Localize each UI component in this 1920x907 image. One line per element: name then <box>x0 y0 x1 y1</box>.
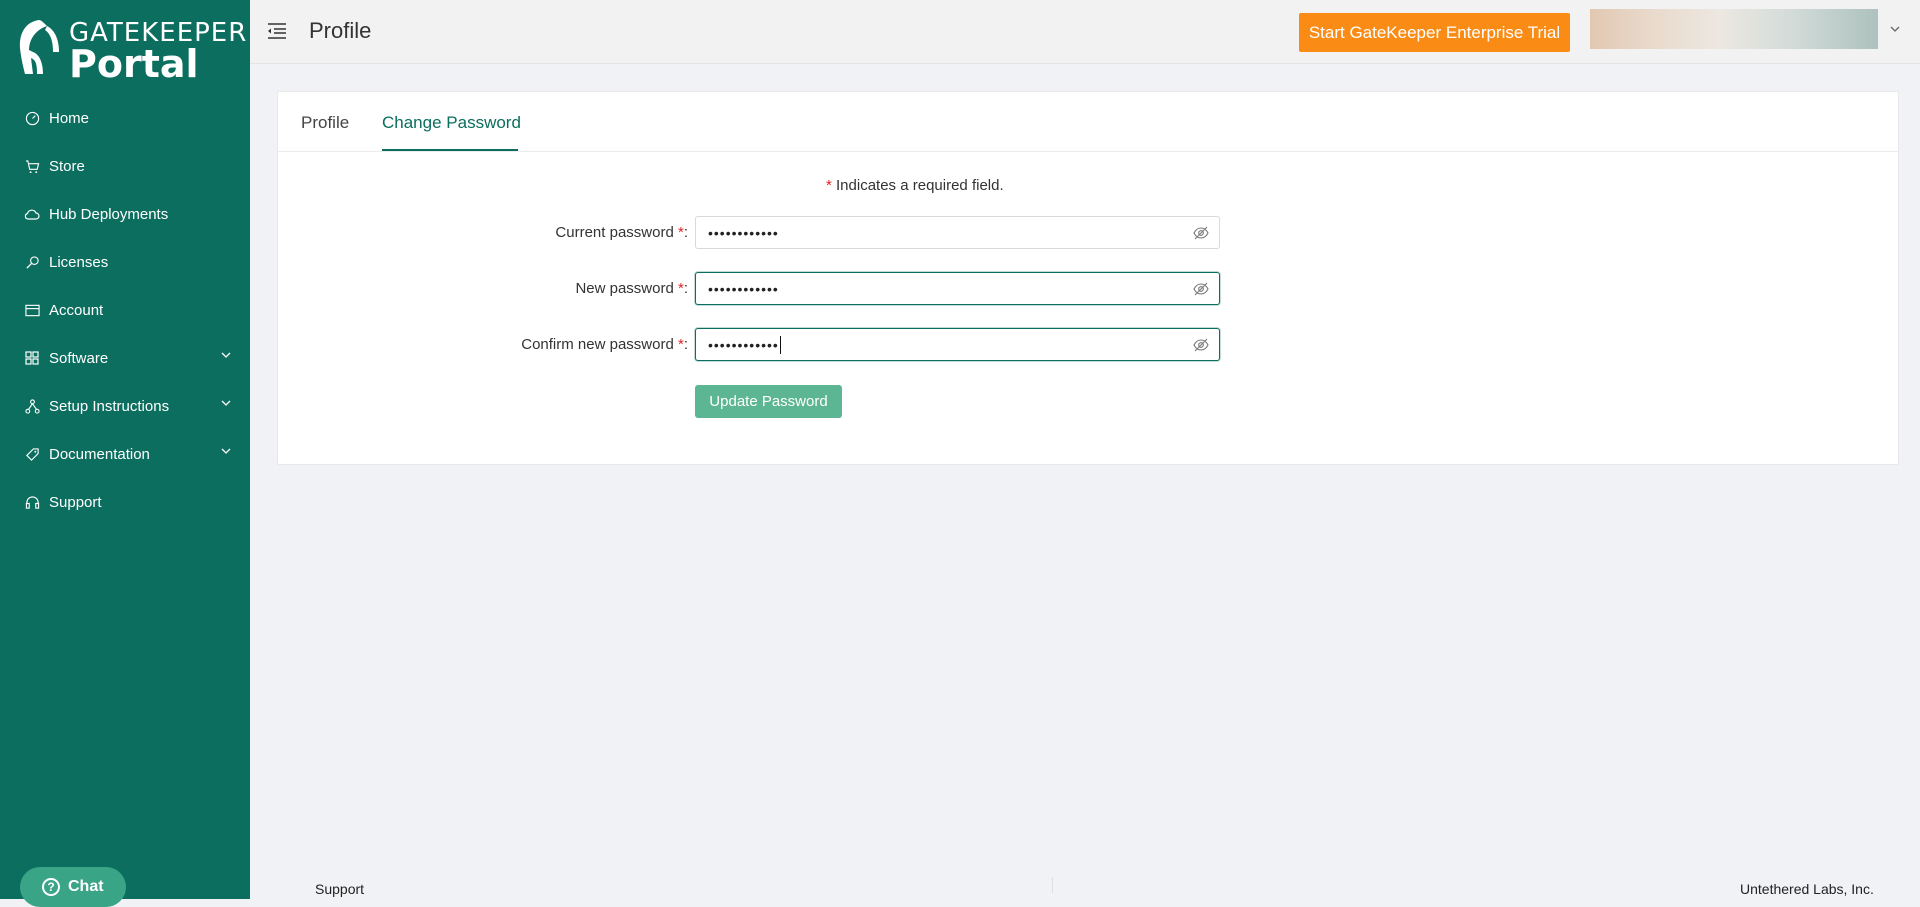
required-note-pre: Indicates a <box>831 177 913 194</box>
sidebar-item-licenses[interactable]: Licenses <box>0 238 250 286</box>
input-value: •••••••••••• <box>708 224 779 241</box>
key-icon <box>24 254 40 270</box>
footer-divider <box>1052 877 1053 893</box>
field-label-text: Current password <box>555 224 674 241</box>
user-avatar-redacted[interactable] <box>1590 9 1878 49</box>
chevron-down-icon <box>221 400 231 406</box>
sidebar-item-label: Setup Instructions <box>49 397 170 415</box>
chat-label: Chat <box>68 878 104 895</box>
sidebar-item-label: Store <box>49 157 85 175</box>
eye-invisible-icon[interactable] <box>1193 282 1209 296</box>
required-star: * <box>677 224 684 241</box>
grid-icon <box>24 350 40 366</box>
field-label-text: Confirm new password <box>521 336 674 353</box>
required-star: * <box>677 280 684 297</box>
sidebar-item-label: Hub Deployments <box>49 205 169 223</box>
tab-profile[interactable]: Profile <box>301 113 349 133</box>
footer-company: Untethered Labs, Inc. <box>1740 881 1874 897</box>
sidebar-item-label: Home <box>49 109 90 127</box>
network-icon <box>24 398 40 414</box>
tab-bar: Profile Change Password <box>278 92 1898 152</box>
sidebar-item-label: Support <box>49 493 102 511</box>
active-tab-indicator <box>382 149 518 151</box>
eye-invisible-icon[interactable] <box>1193 338 1209 352</box>
sidebar-item-setup-instructions[interactable]: Setup Instructions <box>0 382 250 430</box>
chevron-down-icon[interactable] <box>1889 25 1901 33</box>
sidebar-item-label: Software <box>49 349 109 367</box>
page-title: Profile <box>309 18 372 43</box>
chevron-down-icon <box>221 448 231 454</box>
confirm-password-label: Confirm new password *: <box>521 336 688 353</box>
sidebar-item-home[interactable]: Home <box>0 94 250 142</box>
new-password-label: New password *: <box>575 280 688 297</box>
sidebar-item-documentation[interactable]: Documentation <box>0 430 250 478</box>
sidebar-item-store[interactable]: Store <box>0 142 250 190</box>
tag-icon <box>24 446 40 462</box>
sidebar-item-label: Documentation <box>49 445 150 463</box>
start-trial-button[interactable]: Start GateKeeper Enterprise Trial <box>1299 13 1570 52</box>
cart-icon <box>24 158 40 174</box>
chat-button[interactable]: ? Chat <box>20 867 126 907</box>
card-icon <box>24 302 40 318</box>
input-value: •••••••••••• <box>708 280 779 297</box>
required-field-note: * Indicates a required field. <box>826 177 1004 194</box>
required-note-post: field. <box>967 177 1004 194</box>
menu-fold-icon[interactable] <box>266 22 288 40</box>
sidebar-item-software[interactable]: Software <box>0 334 250 382</box>
update-password-button[interactable]: Update Password <box>695 385 842 418</box>
sidebar-item-label: Account <box>49 301 104 319</box>
chevron-down-icon <box>221 352 231 358</box>
sidebar-item-label: Licenses <box>49 253 109 271</box>
sidebar-item-account[interactable]: Account <box>0 286 250 334</box>
new-password-input[interactable]: •••••••••••• <box>695 272 1220 305</box>
footer-support-link[interactable]: Support <box>315 881 364 897</box>
brand-line2: Portal <box>69 42 199 86</box>
input-value: •••••••••••• <box>708 336 779 353</box>
tab-change-password[interactable]: Change Password <box>382 113 521 133</box>
current-password-input[interactable]: •••••••••••• <box>695 216 1220 249</box>
help-icon: ? <box>42 878 60 896</box>
spartan-helmet-icon <box>19 20 59 74</box>
sidebar: GATEKEEPER Portal Home Store Hub Deploym… <box>0 0 250 907</box>
brand-logo[interactable]: GATEKEEPER Portal <box>17 16 246 86</box>
required-note-bold: required <box>912 177 968 194</box>
cloud-icon <box>24 206 40 222</box>
required-star: * <box>677 336 684 353</box>
text-caret <box>779 335 781 354</box>
confirm-password-input[interactable]: •••••••••••• <box>695 328 1220 361</box>
sidebar-nav: Home Store Hub Deployments Licenses Acco… <box>0 94 250 526</box>
eye-invisible-icon[interactable] <box>1193 226 1209 240</box>
sidebar-item-hub-deployments[interactable]: Hub Deployments <box>0 190 250 238</box>
current-password-label: Current password *: <box>555 224 688 241</box>
headset-icon <box>24 494 40 510</box>
field-label-text: New password <box>575 280 674 297</box>
profile-card: Profile Change Password * Indicates a re… <box>277 91 1899 465</box>
top-bar: Profile Start GateKeeper Enterprise Tria… <box>250 0 1920 64</box>
sidebar-item-support[interactable]: Support <box>0 478 250 526</box>
dashboard-icon <box>24 110 40 126</box>
